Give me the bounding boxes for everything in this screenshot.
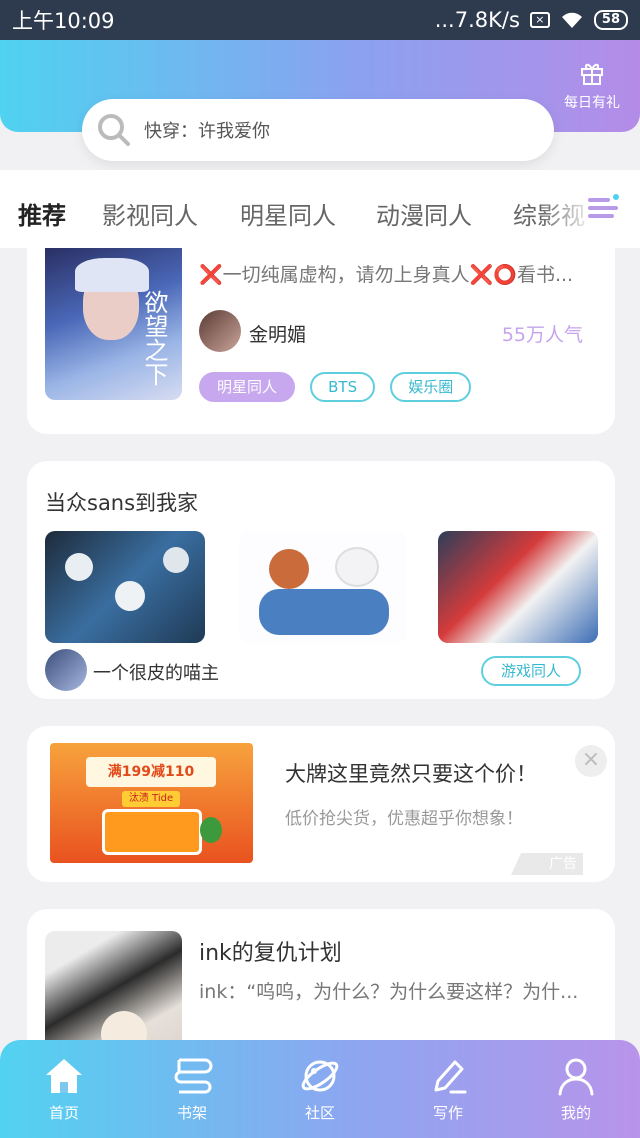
ad-leaf — [200, 817, 222, 843]
tab-recommend[interactable]: 推荐 — [18, 196, 66, 231]
curator-name[interactable]: 一个很皮的喵主 — [93, 659, 219, 685]
gift-icon — [581, 63, 603, 85]
tag-entertainment[interactable]: 娱乐圈 — [390, 372, 472, 402]
tab-anime[interactable]: 动漫同人 — [376, 196, 472, 231]
search-placeholder: 快穿：许我爱你 — [144, 121, 270, 142]
ink-book-description: ink：“呜呜，为什么？为什么要这样？为什... — [199, 981, 579, 1003]
tag-game[interactable]: 游戏同人 — [481, 656, 582, 686]
ad-card[interactable]: 满199减110 汰渍 Tide 大牌这里竟然只要这个价！ 低价抢尖货，优惠超乎… — [27, 726, 615, 882]
nav-home-label: 首页 — [48, 1104, 79, 1122]
sans-face-3 — [163, 547, 189, 573]
nav-profile-label: 我的 — [560, 1104, 591, 1122]
ad-title: 大牌这里竟然只要这个价！ — [285, 762, 537, 786]
search-icon — [98, 114, 130, 146]
nav-bookshelf[interactable]: 书架 — [152, 1056, 232, 1123]
tab-film-tv[interactable]: 影视同人 — [102, 196, 198, 231]
author-name[interactable]: 金明媚 — [249, 320, 306, 347]
nav-write[interactable]: 写作 — [408, 1056, 488, 1123]
search-bar[interactable]: 快穿：许我爱你 — [82, 99, 554, 161]
nav-community[interactable]: 社区 — [280, 1056, 360, 1123]
nav-profile[interactable]: 我的 — [536, 1056, 616, 1123]
daily-gift-button[interactable]: 每日有礼 — [562, 60, 622, 112]
nav-community-label: 社区 — [304, 1104, 335, 1122]
menu-icon[interactable] — [586, 192, 620, 224]
author-avatar — [199, 310, 241, 352]
home-icon — [46, 1059, 82, 1093]
collection-card[interactable]: 当众sans到我家 一个很皮的喵主 游戏同人 — [27, 461, 615, 699]
tag-bts[interactable]: BTS — [310, 372, 376, 402]
ink-book-title: ink的复仇计划 — [199, 941, 342, 966]
collection-image-3 — [438, 531, 598, 643]
status-bar: 上午10:09 ...7.8K/s × 58 — [0, 0, 640, 40]
nav-write-label: 写作 — [432, 1104, 463, 1122]
status-time: 上午10:09 — [12, 9, 115, 33]
wifi-icon — [561, 12, 582, 28]
ad-image-brand: 汰渍 Tide — [122, 791, 180, 807]
battery-indicator: 58 — [593, 10, 628, 30]
nav-bookshelf-label: 书架 — [176, 1104, 207, 1122]
collection-image-1 — [45, 531, 205, 643]
tag-celebrity[interactable]: 明星同人 — [199, 372, 296, 402]
sim-icon: × — [529, 12, 550, 28]
collection-title: 当众sans到我家 — [45, 491, 199, 515]
collection-image-2 — [239, 531, 407, 643]
sans-face-2 — [115, 581, 145, 611]
ad-badge: 广告 — [511, 853, 583, 875]
book-card[interactable]: 欲望之下 ❌一切纯属虚构，请勿上身真人❌⭕看书... 金明媚 55万人气 明星同… — [27, 228, 615, 434]
ad-subtitle: 低价抢尖货，优惠超乎你想象！ — [285, 809, 523, 829]
ad-close-icon[interactable]: × — [575, 745, 607, 777]
planet-icon — [301, 1060, 339, 1092]
cover-hair — [75, 258, 149, 292]
ad-image-promo: 满199减110 — [86, 757, 216, 787]
ad-product-box — [102, 809, 202, 855]
book-cover: 欲望之下 — [45, 248, 182, 400]
pencil-icon — [434, 1060, 467, 1094]
cover-title: 欲望之下 — [140, 290, 168, 386]
tab-celebrity[interactable]: 明星同人 — [240, 196, 336, 231]
bookshelf-icon — [174, 1058, 213, 1094]
ad-image: 满199减110 汰渍 Tide — [50, 743, 253, 863]
person-icon — [558, 1058, 594, 1096]
gift-label: 每日有礼 — [564, 95, 620, 111]
figures-body — [259, 589, 389, 635]
sans-head — [335, 547, 379, 587]
popularity-count: 55万人气 — [501, 324, 583, 346]
bottom-navigation: 首页 书架 社区 写作 我的 — [0, 1040, 640, 1138]
sans-face-1 — [65, 553, 93, 581]
frisk-head — [269, 549, 309, 589]
nav-home[interactable]: 首页 — [24, 1056, 104, 1123]
book-description: ❌一切纯属虚构，请勿上身真人❌⭕看书... — [199, 264, 574, 286]
tag-row: 明星同人 BTS 娱乐圈 — [199, 372, 481, 402]
curator-avatar — [45, 649, 87, 691]
network-speed: ...7.8K/s — [434, 8, 520, 32]
